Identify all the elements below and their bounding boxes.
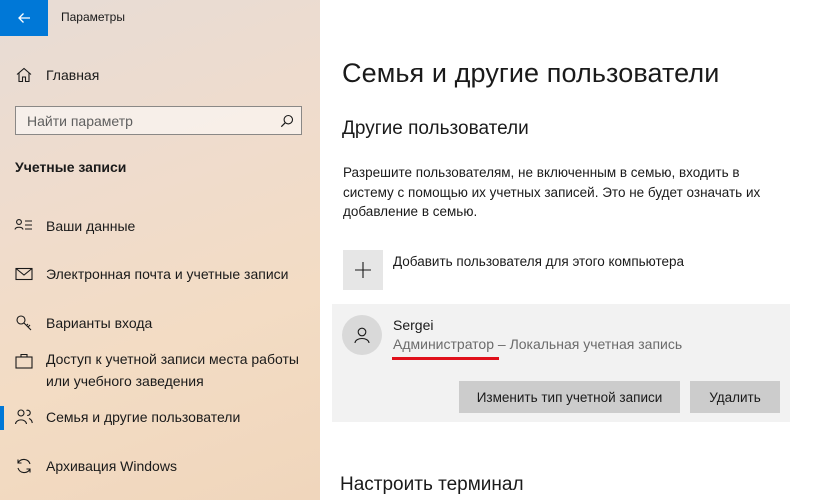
sidebar-item-label: Семья и другие пользователи [46, 409, 241, 425]
back-arrow-icon [18, 13, 30, 23]
home-nav-item[interactable]: Главная [14, 64, 99, 86]
sidebar-item-label: Ваши данные [46, 218, 136, 234]
add-user-label[interactable]: Добавить пользователя для этого компьюте… [393, 254, 684, 269]
sidebar: Параметры Главная Учетные записи В [0, 0, 320, 500]
main-content: Семья и другие пользователи Другие польз… [320, 0, 823, 500]
key-icon [14, 313, 34, 333]
sidebar-item-label: Варианты входа [46, 315, 153, 331]
highlight-underline [392, 357, 499, 360]
user-role: Администратор – Локальная учетная запись [393, 336, 683, 352]
search-icon[interactable] [273, 107, 301, 134]
settings-search [15, 106, 302, 135]
user-icon [354, 327, 370, 344]
briefcase-icon [14, 351, 34, 371]
active-indicator [0, 406, 4, 430]
app-title: Параметры [61, 10, 125, 24]
sync-icon [14, 456, 34, 476]
sidebar-item-label: Архивация Windows [46, 458, 177, 474]
person-card-icon [14, 216, 34, 236]
home-label: Главная [46, 67, 100, 83]
people-icon [14, 407, 34, 427]
section-description: Разрешите пользователям, не включенным в… [343, 165, 761, 219]
delete-button[interactable]: Удалить [690, 381, 780, 413]
title-bar: Параметры [0, 0, 320, 36]
section-header: Учетные записи [15, 159, 127, 175]
avatar [342, 315, 382, 355]
page-title: Семья и другие пользователи [342, 58, 720, 88]
sidebar-item-label: Электронная почта и учетные записи [46, 266, 289, 282]
user-card[interactable]: Sergei Администратор – Локальная учетная… [332, 304, 790, 422]
home-icon [14, 65, 34, 85]
add-user-row[interactable]: Добавить пользователя для этого компьюте… [343, 250, 684, 290]
back-button[interactable] [0, 0, 48, 36]
section-title: Другие пользователи [342, 118, 529, 139]
terminal-section-title: Настроить терминал [340, 474, 524, 495]
plus-icon [355, 262, 371, 278]
sidebar-item-label: Доступ к учетной записи места работы или… [46, 351, 299, 389]
search-input[interactable] [16, 107, 273, 134]
change-account-type-button[interactable]: Изменить тип учетной записи [459, 381, 680, 413]
add-user-button[interactable] [343, 250, 383, 290]
mail-icon [14, 264, 34, 284]
user-name: Sergei [393, 317, 434, 333]
